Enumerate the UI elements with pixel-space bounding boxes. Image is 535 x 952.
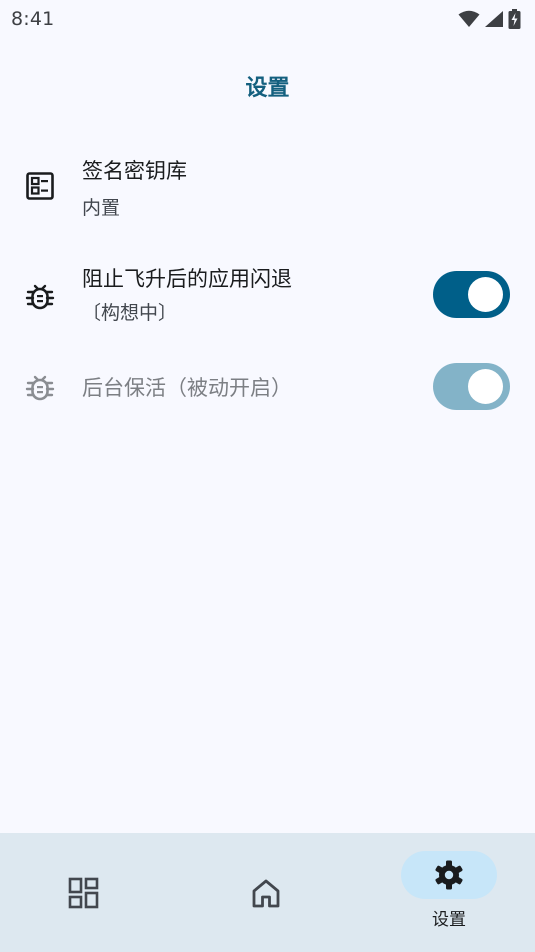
nav-label-settings: 设置 [432, 910, 466, 930]
setting-title-keystore: 签名密钥库 [82, 159, 187, 183]
status-time: 8:41 [11, 8, 55, 30]
keep-alive-toggle [433, 363, 510, 410]
dashboard-icon [68, 877, 99, 909]
page-title: 设置 [245, 76, 290, 101]
wifi-icon [458, 10, 480, 27]
cellular-signal-icon [485, 11, 503, 27]
nav-item-dashboard[interactable] [14, 833, 154, 952]
bug-icon [25, 375, 55, 401]
status-icons [458, 8, 521, 30]
battery-charging-icon [508, 9, 521, 29]
bottom-navigation: 设置 [0, 833, 535, 952]
setting-subtitle-keystore: 内置 [82, 197, 121, 219]
home-icon [252, 879, 280, 908]
prevent-crash-toggle[interactable] [433, 271, 510, 318]
setting-row-keystore[interactable]: 签名密钥库 内置 [0, 145, 535, 235]
nav-item-settings[interactable]: 设置 [379, 833, 519, 952]
settings-gear-icon [435, 860, 463, 890]
setting-title-keep-alive: 后台保活（被动开启） [82, 376, 292, 400]
keystore-icon [26, 172, 54, 200]
setting-row-prevent-crash[interactable]: 阻止飞升后的应用闪退 〔构想中〕 [0, 255, 535, 337]
setting-title-prevent-crash: 阻止飞升后的应用闪退 [82, 267, 292, 291]
bug-icon [25, 284, 55, 310]
toggle-knob [468, 277, 503, 312]
setting-subtitle-prevent-crash: 〔构想中〕 [82, 302, 178, 324]
nav-item-home[interactable] [196, 833, 336, 952]
status-bar: 8:41 [0, 0, 535, 38]
setting-row-keep-alive: 后台保活（被动开启） [0, 350, 535, 422]
toggle-knob [468, 369, 503, 404]
